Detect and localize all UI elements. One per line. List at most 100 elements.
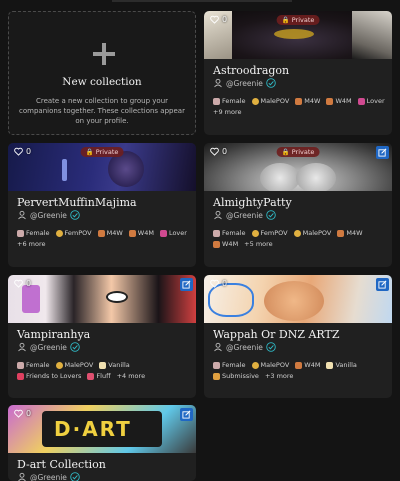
edit-icon [378, 280, 387, 289]
heart-icon [14, 147, 23, 156]
vanilla-icon [326, 361, 334, 369]
tag-submissive[interactable]: Submissive [213, 372, 259, 380]
user-icon [18, 210, 26, 220]
tag-m4w[interactable]: M4W [295, 97, 320, 105]
m4w-icon [97, 229, 105, 237]
edit-button[interactable] [376, 146, 389, 159]
verified-icon [266, 342, 276, 352]
like-count[interactable]: 0 [14, 147, 31, 156]
w4m-icon [213, 240, 220, 248]
more-tags[interactable]: +5 more [244, 240, 273, 248]
collection-card[interactable]: 0 🔒 Private PervertMuffinMajima @Greenie… [8, 143, 196, 267]
collection-title[interactable]: Vampiranhya [17, 328, 196, 341]
malepov-icon [55, 361, 63, 369]
tag-w4m[interactable]: W4M [326, 97, 352, 105]
verified-icon [70, 472, 80, 481]
tag-fempov[interactable]: FemPOV [55, 229, 92, 237]
collection-card[interactable]: 0 🔒 Private AlmightyPatty @Greenie Femal… [204, 143, 392, 267]
tag-female[interactable]: Female [213, 229, 246, 237]
tag-female[interactable]: Female [17, 361, 50, 369]
collection-banner-image: 0 🔒 Private [8, 143, 196, 191]
more-tags[interactable]: +9 more [213, 108, 242, 116]
friends-to-lovers-icon [17, 372, 24, 380]
female-icon [213, 97, 220, 105]
vanilla-icon [99, 361, 107, 369]
tag-w4m[interactable]: W4M [213, 240, 238, 248]
edit-button[interactable] [376, 278, 389, 291]
heart-icon [210, 147, 219, 156]
tag-list: Female MalePOV M4W W4M Lover +9 more [213, 97, 386, 116]
tag-lover[interactable]: Lover [159, 229, 187, 237]
more-tags[interactable]: +3 more [265, 372, 294, 380]
heart-icon [14, 409, 23, 418]
collection-title[interactable]: Wappah Or DNZ ARTZ [213, 328, 392, 341]
like-count[interactable]: 0 [210, 147, 227, 156]
tag-female[interactable]: Female [213, 97, 246, 105]
private-badge: 🔒 Private [276, 147, 320, 157]
tag-list: Female MalePOV W4M Vanilla Submissive +3… [213, 361, 386, 380]
edit-icon [182, 280, 191, 289]
tag-malepov[interactable]: MalePOV [251, 97, 289, 105]
tag-vanilla[interactable]: Vanilla [326, 361, 357, 369]
tag-malepov[interactable]: MalePOV [251, 361, 289, 369]
malepov-icon [251, 97, 259, 105]
new-collection-card[interactable]: New collection Create a new collection t… [8, 11, 196, 135]
more-tags[interactable]: +4 more [117, 372, 146, 380]
collection-owner[interactable]: @Greenie [213, 78, 392, 88]
collection-title[interactable]: PervertMuffinMajima [17, 196, 196, 209]
like-count[interactable]: 0 [210, 279, 227, 288]
verified-icon [266, 78, 276, 88]
collection-title[interactable]: D-art Collection [17, 458, 196, 471]
tag-female[interactable]: Female [17, 229, 50, 237]
heart-icon [210, 279, 219, 288]
collection-owner[interactable]: @Greenie [17, 210, 196, 220]
new-collection-description: Create a new collection to group your co… [19, 97, 185, 125]
tag-fempov[interactable]: FemPOV [251, 229, 288, 237]
collection-card[interactable]: 0 Wappah Or DNZ ARTZ @Greenie Female Mal… [204, 275, 392, 398]
edit-button[interactable] [180, 408, 193, 421]
collection-owner[interactable]: @Greenie [17, 472, 196, 481]
collection-card[interactable]: D·ART 0 D-art Collection @Greenie [8, 405, 196, 481]
tag-malepov[interactable]: MalePOV [293, 229, 331, 237]
more-tags[interactable]: +6 more [17, 240, 46, 248]
fluff-icon [87, 372, 95, 380]
tag-list: Female MalePOV Vanilla Friends to Lovers… [17, 361, 190, 380]
tag-w4m[interactable]: W4M [295, 361, 320, 369]
collection-owner[interactable]: @Greenie [17, 342, 196, 352]
tag-w4m[interactable]: W4M [128, 229, 154, 237]
tag-friends-to-lovers[interactable]: Friends to Lovers [17, 372, 81, 380]
tag-lover[interactable]: Lover [357, 97, 385, 105]
collection-owner[interactable]: @Greenie [213, 210, 392, 220]
malepov-icon [251, 361, 259, 369]
tag-malepov[interactable]: MalePOV [55, 361, 93, 369]
like-count[interactable]: 0 [210, 15, 227, 24]
like-count[interactable]: 0 [14, 279, 31, 288]
edit-button[interactable] [180, 278, 193, 291]
m4w-icon [337, 229, 345, 237]
collection-banner-image: 0 [8, 275, 196, 323]
tag-fluff[interactable]: Fluff [87, 372, 111, 380]
female-icon [213, 229, 220, 237]
tag-m4w[interactable]: M4W [337, 229, 363, 237]
collection-owner[interactable]: @Greenie [213, 342, 392, 352]
top-divider [112, 0, 292, 2]
verified-icon [266, 210, 276, 220]
heart-icon [14, 279, 23, 288]
edit-icon [182, 410, 191, 419]
fempov-icon [55, 229, 63, 237]
collection-card[interactable]: 0 🔒 Private Astroodragon @Greenie Female… [204, 11, 392, 135]
private-badge: 🔒 Private [276, 15, 320, 25]
collection-banner-image: 0 🔒 Private [204, 143, 392, 191]
tag-m4w[interactable]: M4W [97, 229, 123, 237]
lover-icon [159, 229, 167, 237]
w4m-icon [326, 97, 334, 105]
collection-title[interactable]: AlmightyPatty [213, 196, 392, 209]
like-count[interactable]: 0 [14, 409, 31, 418]
collection-card[interactable]: 0 Vampiranhya @Greenie Female MalePOV Va… [8, 275, 196, 398]
tag-vanilla[interactable]: Vanilla [99, 361, 130, 369]
user-icon [214, 342, 222, 352]
verified-icon [70, 342, 80, 352]
collection-banner-image: 0 🔒 Private [204, 11, 392, 59]
collection-title[interactable]: Astroodragon [213, 64, 392, 77]
tag-female[interactable]: Female [213, 361, 246, 369]
